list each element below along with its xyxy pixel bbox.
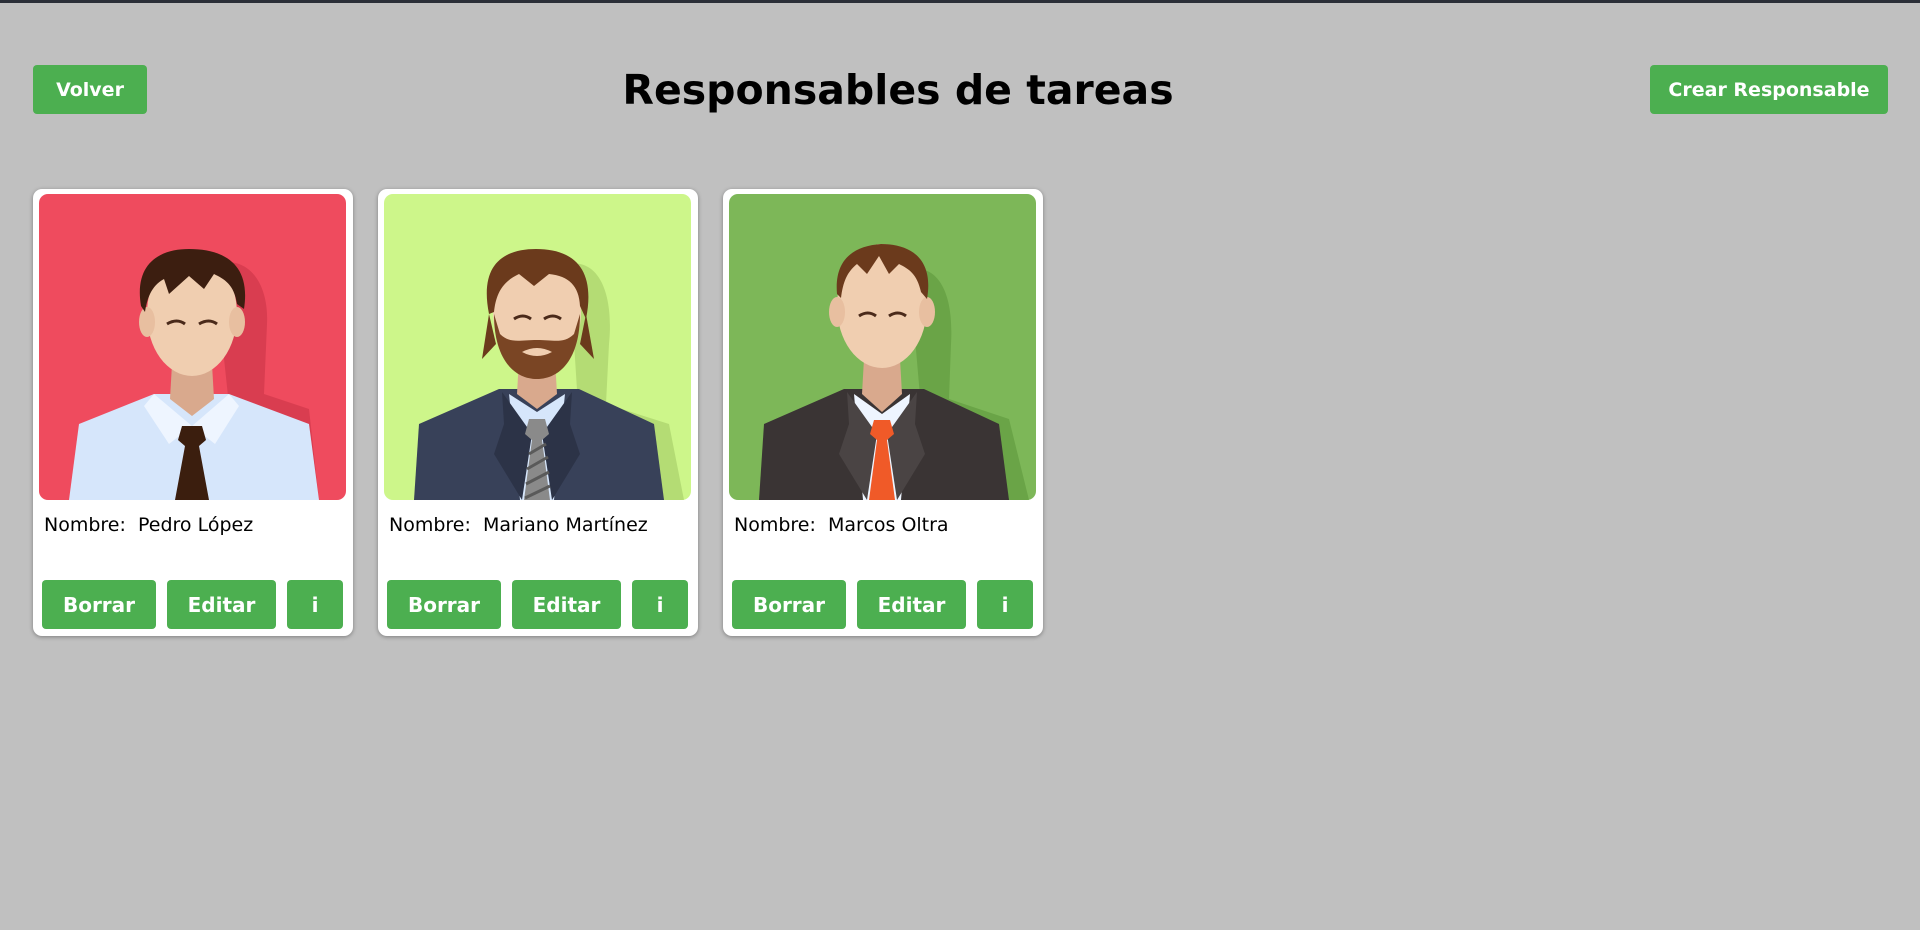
responsible-name-line: Nombre: Pedro López — [44, 514, 253, 536]
responsible-card: Nombre: Pedro López Borrar Editar i — [33, 189, 353, 636]
man-suit-avatar-icon — [729, 194, 1036, 500]
info-button[interactable]: i — [287, 580, 343, 629]
responsible-card-list: Nombre: Pedro López Borrar Editar i Nomb… — [33, 189, 1043, 636]
responsible-name-line: Nombre: Marcos Oltra — [734, 514, 949, 536]
responsible-name-line: Nombre: Mariano Martínez — [389, 514, 648, 536]
create-responsible-button[interactable]: Crear Responsable — [1650, 65, 1888, 114]
man-avatar-icon — [39, 194, 346, 500]
card-actions: Borrar Editar i — [732, 580, 1033, 629]
card-actions: Borrar Editar i — [387, 580, 688, 629]
bearded-man-avatar-icon — [384, 194, 691, 500]
info-button[interactable]: i — [977, 580, 1033, 629]
responsible-card: Nombre: Mariano Martínez Borrar Editar i — [378, 189, 698, 636]
page-title: Responsables de tareas — [622, 66, 1174, 114]
edit-button[interactable]: Editar — [167, 580, 276, 629]
responsible-name: Mariano Martínez — [483, 514, 648, 536]
name-label: Nombre: — [389, 514, 471, 536]
edit-button[interactable]: Editar — [512, 580, 621, 629]
name-label: Nombre: — [44, 514, 126, 536]
card-actions: Borrar Editar i — [42, 580, 343, 629]
responsible-card: Nombre: Marcos Oltra Borrar Editar i — [723, 189, 1043, 636]
delete-button[interactable]: Borrar — [387, 580, 501, 629]
edit-button[interactable]: Editar — [857, 580, 966, 629]
delete-button[interactable]: Borrar — [732, 580, 846, 629]
responsible-name: Pedro López — [138, 514, 254, 536]
name-label: Nombre: — [734, 514, 816, 536]
responsible-name: Marcos Oltra — [828, 514, 949, 536]
info-button[interactable]: i — [632, 580, 688, 629]
delete-button[interactable]: Borrar — [42, 580, 156, 629]
